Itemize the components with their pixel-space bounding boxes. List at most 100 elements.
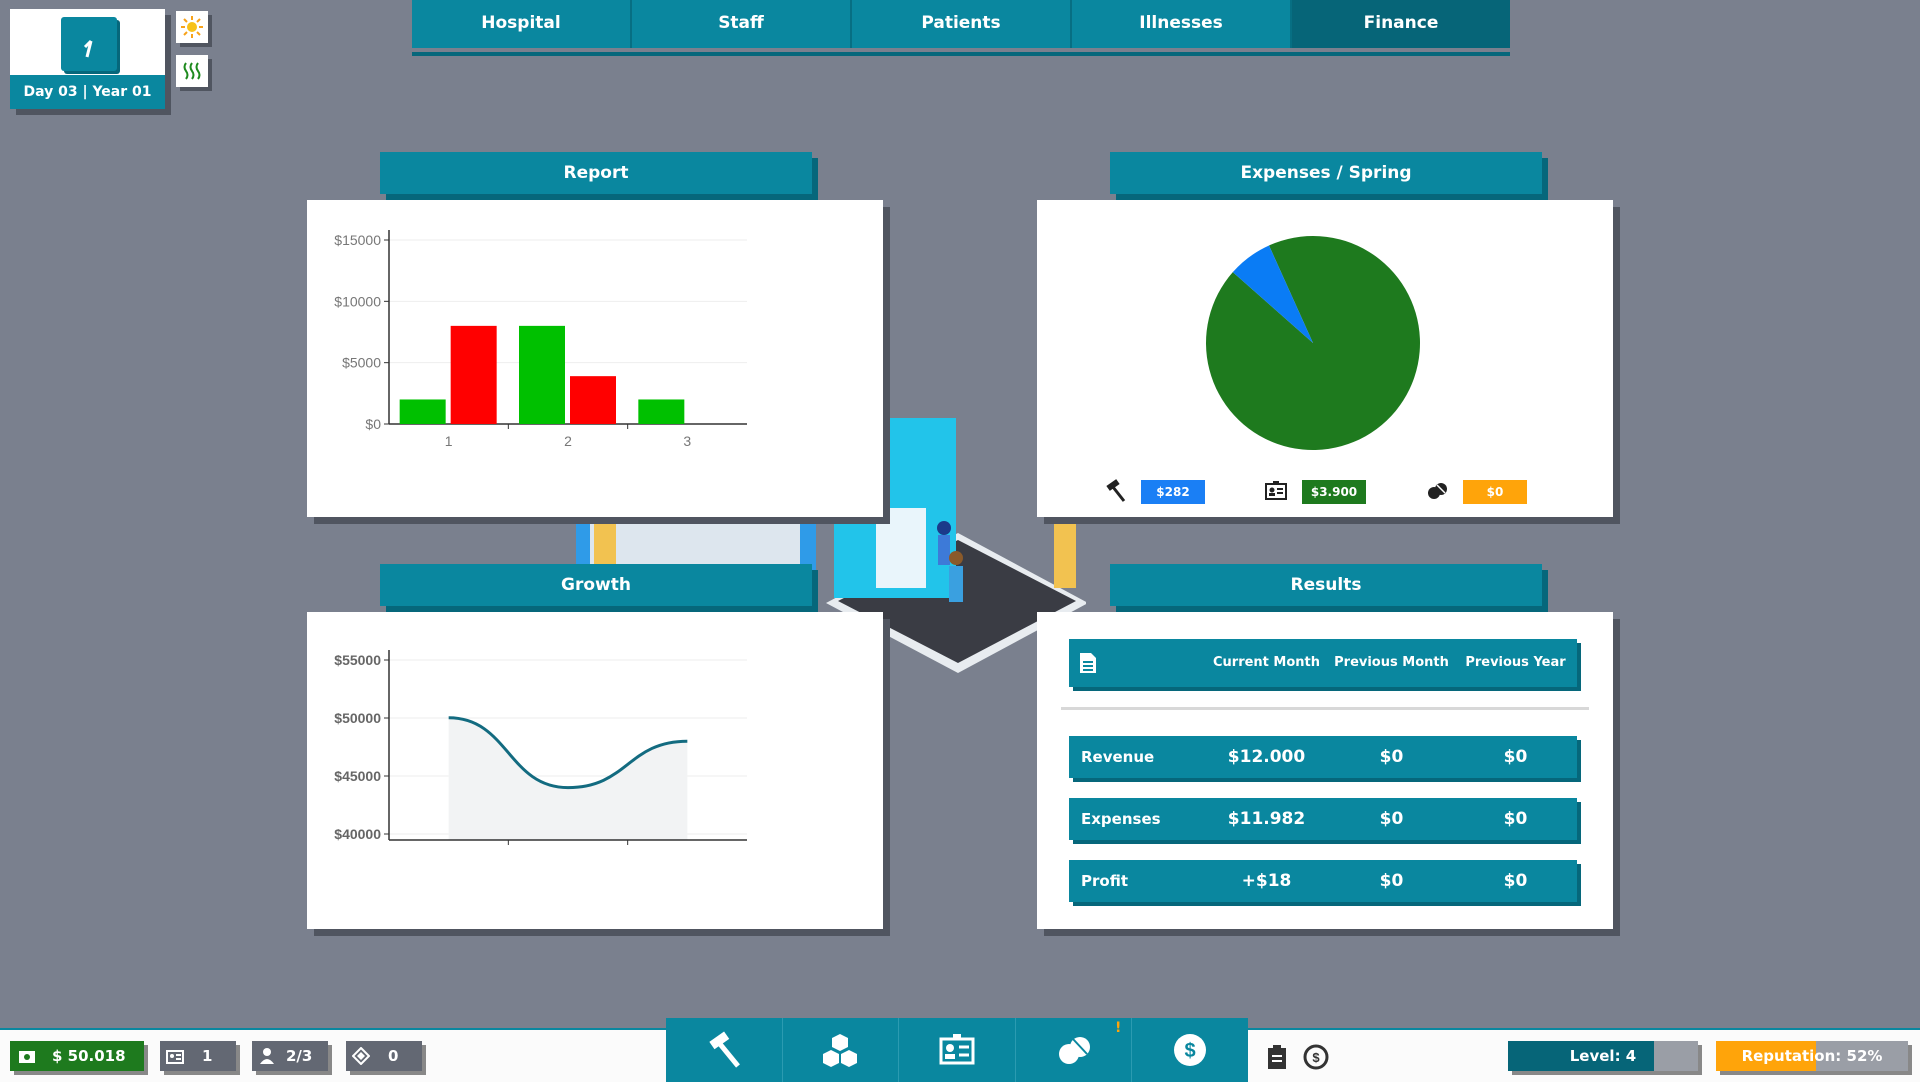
- diamond-icon: [352, 1047, 370, 1065]
- reputation-label: Reputation: 52%: [1741, 1047, 1883, 1065]
- main-tabs: Hospital Staff Patients Illnesses Financ…: [412, 0, 1510, 52]
- heat-icon: [183, 62, 201, 80]
- x-tick-label: 2: [564, 433, 572, 449]
- expenses-panel: $282 $3.900 $0: [1037, 200, 1613, 517]
- hammer-icon: [1106, 479, 1126, 502]
- bar: [570, 376, 616, 424]
- expenses-pie-chart: [1206, 236, 1420, 451]
- patients-count[interactable]: 2/3: [252, 1041, 328, 1071]
- results-row-profit: Profit +$18 $0 $0: [1069, 860, 1577, 902]
- level-label: Level: 4: [1569, 1047, 1637, 1065]
- calendar-widget: Day 03 | Year 01: [10, 9, 165, 109]
- bar: [638, 399, 685, 424]
- build-tool-button[interactable]: [666, 1018, 783, 1082]
- finance-tool-button[interactable]: $: [1132, 1018, 1248, 1082]
- y-tick-label: $15000: [334, 232, 381, 248]
- hammer-icon: [709, 1031, 740, 1068]
- growth-area-chart: $40000 $45000 $50000 $55000: [334, 650, 747, 845]
- build-toolbar: ! $: [666, 1018, 1248, 1082]
- rooms-tool-button[interactable]: [783, 1018, 900, 1082]
- x-tick-label: 1: [445, 433, 453, 449]
- tab-staff[interactable]: Staff: [632, 0, 852, 48]
- patients-count-value: 2/3: [286, 1047, 313, 1065]
- staff-count-value: 1: [202, 1047, 213, 1065]
- tab-hospital[interactable]: Hospital: [412, 0, 632, 48]
- weather-sun-button[interactable]: [176, 11, 208, 43]
- sun-icon: [181, 16, 203, 38]
- results-panel: Current Month Previous Month Previous Ye…: [1037, 612, 1613, 929]
- staff-card-icon: [166, 1050, 184, 1064]
- date-label: Day 03 | Year 01: [10, 75, 165, 109]
- y-tick-label: $40000: [334, 826, 381, 842]
- expenses-prev-year: $0: [1503, 809, 1528, 829]
- clipboard-icon[interactable]: [1266, 1044, 1288, 1070]
- coin-exchange-icon[interactable]: $: [1303, 1044, 1329, 1070]
- row-label: Revenue: [1081, 748, 1155, 766]
- medicine-tool-button[interactable]: !: [1016, 1018, 1133, 1082]
- expenses-current: $11.982: [1227, 809, 1306, 829]
- reputation-bar[interactable]: Reputation: 52%: [1716, 1041, 1908, 1071]
- report-title: Report: [380, 152, 812, 194]
- revenue-current: $12.000: [1227, 747, 1306, 767]
- cubes-icon: [823, 1034, 858, 1067]
- results-divider: [1061, 707, 1589, 710]
- staff-tool-button[interactable]: [899, 1018, 1016, 1082]
- y-tick-label: $0: [365, 416, 381, 432]
- y-tick-label: $5000: [342, 355, 381, 371]
- report-panel: $0 $5000 $10000 $15000 1 2 3: [307, 200, 883, 517]
- revenue-prev-year: $0: [1503, 747, 1528, 767]
- svg-text:$: $: [1312, 1050, 1320, 1065]
- y-tick-label: $55000: [334, 652, 381, 668]
- row-label: Profit: [1081, 872, 1128, 890]
- col-current-month: Current Month: [1212, 655, 1321, 670]
- x-tick-label: 3: [683, 433, 691, 449]
- dollar-icon: $: [1174, 1034, 1207, 1066]
- items-count[interactable]: 0: [346, 1041, 422, 1071]
- row-label: Expenses: [1081, 810, 1161, 828]
- growth-title: Growth: [380, 564, 812, 606]
- revenue-prev-month: $0: [1379, 747, 1404, 767]
- document-icon: [1080, 653, 1096, 673]
- report-bar-chart: $0 $5000 $10000 $15000 1 2 3: [334, 230, 747, 449]
- bar: [450, 325, 497, 424]
- items-count-value: 0: [388, 1047, 399, 1065]
- growth-panel: $40000 $45000 $50000 $55000: [307, 612, 883, 929]
- pills-icon: [1428, 483, 1447, 499]
- cash-icon: [19, 1051, 35, 1063]
- pills-icon: [1058, 1037, 1090, 1064]
- legend-staff-value: $3.900: [1302, 480, 1366, 504]
- tab-illnesses[interactable]: Illnesses: [1072, 0, 1292, 48]
- legend-equipment-value: $282: [1141, 480, 1205, 504]
- notification-badge: !: [1114, 1020, 1122, 1036]
- legend-medicine-value: $0: [1463, 480, 1527, 504]
- bar: [399, 399, 446, 424]
- heating-button[interactable]: [176, 55, 208, 87]
- bottom-bar: $ 50.018 1 2/3 0 ! $ $ Level: 4 Reputati…: [0, 1018, 1920, 1082]
- staff-count[interactable]: 1: [160, 1041, 236, 1071]
- staff-card-icon: [1265, 481, 1287, 500]
- y-tick-label: $50000: [334, 710, 381, 726]
- results-header: Current Month Previous Month Previous Ye…: [1069, 639, 1577, 687]
- tab-finance[interactable]: Finance: [1292, 0, 1510, 48]
- staff-card-icon: [939, 1034, 975, 1065]
- expenses-title: Expenses / Spring: [1110, 152, 1542, 194]
- clock-icon: [61, 17, 117, 71]
- level-bar[interactable]: Level: 4: [1508, 1041, 1698, 1071]
- tab-patients[interactable]: Patients: [852, 0, 1072, 48]
- money-value: $ 50.018: [52, 1047, 126, 1065]
- col-previous-month: Previous Month: [1334, 655, 1449, 670]
- results-title: Results: [1110, 564, 1542, 606]
- svg-text:$: $: [1185, 1040, 1196, 1062]
- bar: [519, 325, 565, 424]
- col-previous-year: Previous Year: [1465, 655, 1566, 670]
- expenses-prev-month: $0: [1379, 809, 1404, 829]
- area-fill: [448, 717, 688, 840]
- y-tick-label: $10000: [334, 293, 381, 309]
- person-icon: [260, 1048, 274, 1064]
- profit-prev-month: $0: [1379, 871, 1404, 891]
- profit-current: +$18: [1241, 871, 1292, 891]
- profit-prev-year: $0: [1503, 871, 1528, 891]
- y-tick-label: $45000: [334, 768, 381, 784]
- results-row-expenses: Expenses $11.982 $0 $0: [1069, 798, 1577, 840]
- money-display[interactable]: $ 50.018: [10, 1041, 144, 1071]
